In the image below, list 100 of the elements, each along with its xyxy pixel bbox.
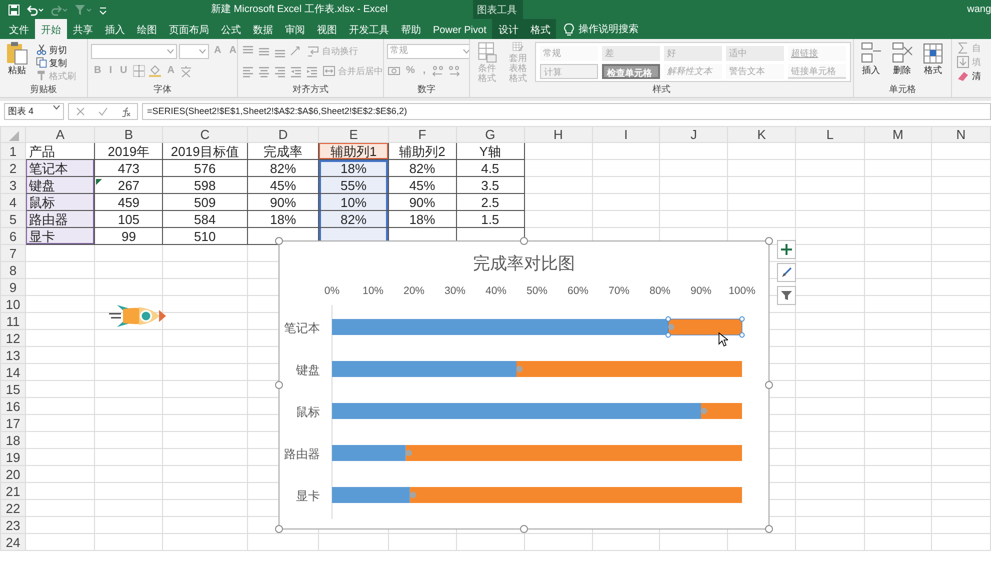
tell-me-search[interactable]: 操作说明搜索 [578,22,638,36]
row-header[interactable]: 14 [0,364,26,380]
ribbon-tab[interactable]: 公式 [215,19,247,39]
row-header[interactable]: 16 [0,398,26,414]
ribbon-button[interactable]: 格式 [919,41,947,83]
row-header[interactable]: 5 [0,210,26,228]
ribbon-tab[interactable]: 审阅 [279,19,311,39]
chart-side-button[interactable] [777,263,796,282]
row-header[interactable]: 18 [0,432,26,448]
ribbon-tab[interactable]: 开始 [35,19,67,39]
ribbon-tab[interactable]: 共享 [67,19,99,39]
undo-icon[interactable] [26,4,44,16]
ribbon-tab[interactable]: 插入 [99,19,131,39]
ribbon-button[interactable]: 粘贴 [3,41,31,83]
ribbon-tab[interactable]: 文件 [3,19,35,39]
point-selection-handle[interactable] [666,316,671,322]
row-header[interactable]: 4 [0,194,26,210]
chart-side-button[interactable] [777,240,796,259]
table-cell: 18% [318,160,388,176]
enter-icon[interactable] [98,107,108,116]
row-header[interactable]: 10 [0,296,26,312]
dropdown-caret-icon [463,48,469,54]
save-icon[interactable] [8,4,20,16]
column-header[interactable]: A [25,126,95,142]
row-header[interactable]: 23 [0,516,26,534]
row-header[interactable]: 13 [0,346,26,364]
column-header[interactable]: C [162,126,248,142]
chart-side-button[interactable] [777,286,796,305]
row-header[interactable]: 17 [0,414,26,432]
ribbon-button[interactable]: 清 [955,69,982,83]
resize-handle[interactable] [765,525,773,533]
row-header[interactable]: 6 [0,228,26,244]
ribbon-tab[interactable]: 绘图 [131,19,163,39]
row-header[interactable]: 12 [0,330,26,346]
column-header[interactable]: L [796,126,864,142]
error-indicator-icon [96,179,102,185]
category-label: 显卡 [296,489,320,503]
row-header[interactable]: 2 [0,160,26,176]
row-header[interactable]: 1 [0,142,26,160]
column-header[interactable]: E [318,126,388,142]
column-header[interactable]: G [456,126,524,142]
function-icon[interactable] [120,106,130,116]
resize-handle[interactable] [275,237,283,245]
table-cell: 82% [318,210,388,228]
row-header[interactable]: 20 [0,466,26,482]
resize-handle[interactable] [765,237,773,245]
axis-tick-label: 20% [404,285,424,297]
name-box[interactable]: 图表 4 [4,103,64,120]
ribbon-button[interactable]: 剪切 [35,44,68,56]
resize-handle[interactable] [765,381,773,389]
row-header[interactable]: 24 [0,534,26,550]
row-header[interactable]: 8 [0,262,26,278]
dropdown-caret-icon [167,48,174,54]
merge-cells-icon [322,64,336,78]
column-header[interactable]: I [592,126,660,142]
ribbon-button[interactable]: 复制 [35,56,68,68]
table-cell: 2019年 [94,142,162,160]
ribbon-tab[interactable]: 页面布局 [163,19,215,39]
table-cell: 笔记本 [25,160,95,176]
ribbon-button[interactable]: 插入 [857,41,885,83]
ribbon-button[interactable]: 删除 [888,41,916,83]
ribbon-tab[interactable]: 帮助 [395,19,427,39]
marker-dot [410,492,416,498]
column-header[interactable]: J [660,126,728,142]
row-header[interactable]: 22 [0,500,26,516]
resize-handle[interactable] [520,525,528,533]
bar-segment[interactable] [668,318,742,336]
ribbon-tab[interactable]: 开发工具 [343,19,395,39]
column-header[interactable]: K [728,126,796,142]
cancel-icon[interactable] [76,107,84,116]
column-header[interactable]: F [388,126,456,142]
resize-handle[interactable] [520,237,528,245]
point-selection-handle[interactable] [739,332,745,338]
ribbon-tab[interactable]: Power Pivot [427,19,492,39]
point-selection-handle[interactable] [666,332,671,338]
marker-dot [406,450,412,456]
column-header[interactable]: M [864,126,932,142]
ribbon-tab[interactable]: 视图 [311,19,343,39]
column-header[interactable]: B [94,126,162,142]
ribbon-tab[interactable]: 数据 [247,19,279,39]
ribbon-group-label: 剪贴板 [29,83,58,96]
point-selection-handle[interactable] [739,316,745,322]
row-header[interactable]: 11 [0,312,26,330]
column-header[interactable]: H [524,126,592,142]
row-header[interactable]: 7 [0,244,26,262]
resize-handle[interactable] [275,525,283,533]
row-header[interactable]: 9 [0,278,26,296]
row-header[interactable]: 3 [0,176,26,194]
chart-title[interactable]: 完成率对比图 [473,254,575,273]
resize-handle[interactable] [275,381,283,389]
column-header[interactable]: D [247,126,319,142]
row-header[interactable]: 15 [0,380,26,398]
copy-icon [36,57,47,68]
formula-field[interactable]: =SERIES(Sheet2!$E$1,Sheet2!$A$2:$A$6,Sheet2!$E$2:$E$6,2) [142,103,991,120]
ribbon-tab[interactable]: 格式 [524,19,556,39]
row-header[interactable]: 21 [0,482,26,500]
ribbon-group-label: 对齐方式 [292,83,330,96]
ribbon-tab[interactable]: 设计 [492,19,524,39]
row-header[interactable]: 19 [0,448,26,466]
column-header[interactable]: N [931,126,990,142]
